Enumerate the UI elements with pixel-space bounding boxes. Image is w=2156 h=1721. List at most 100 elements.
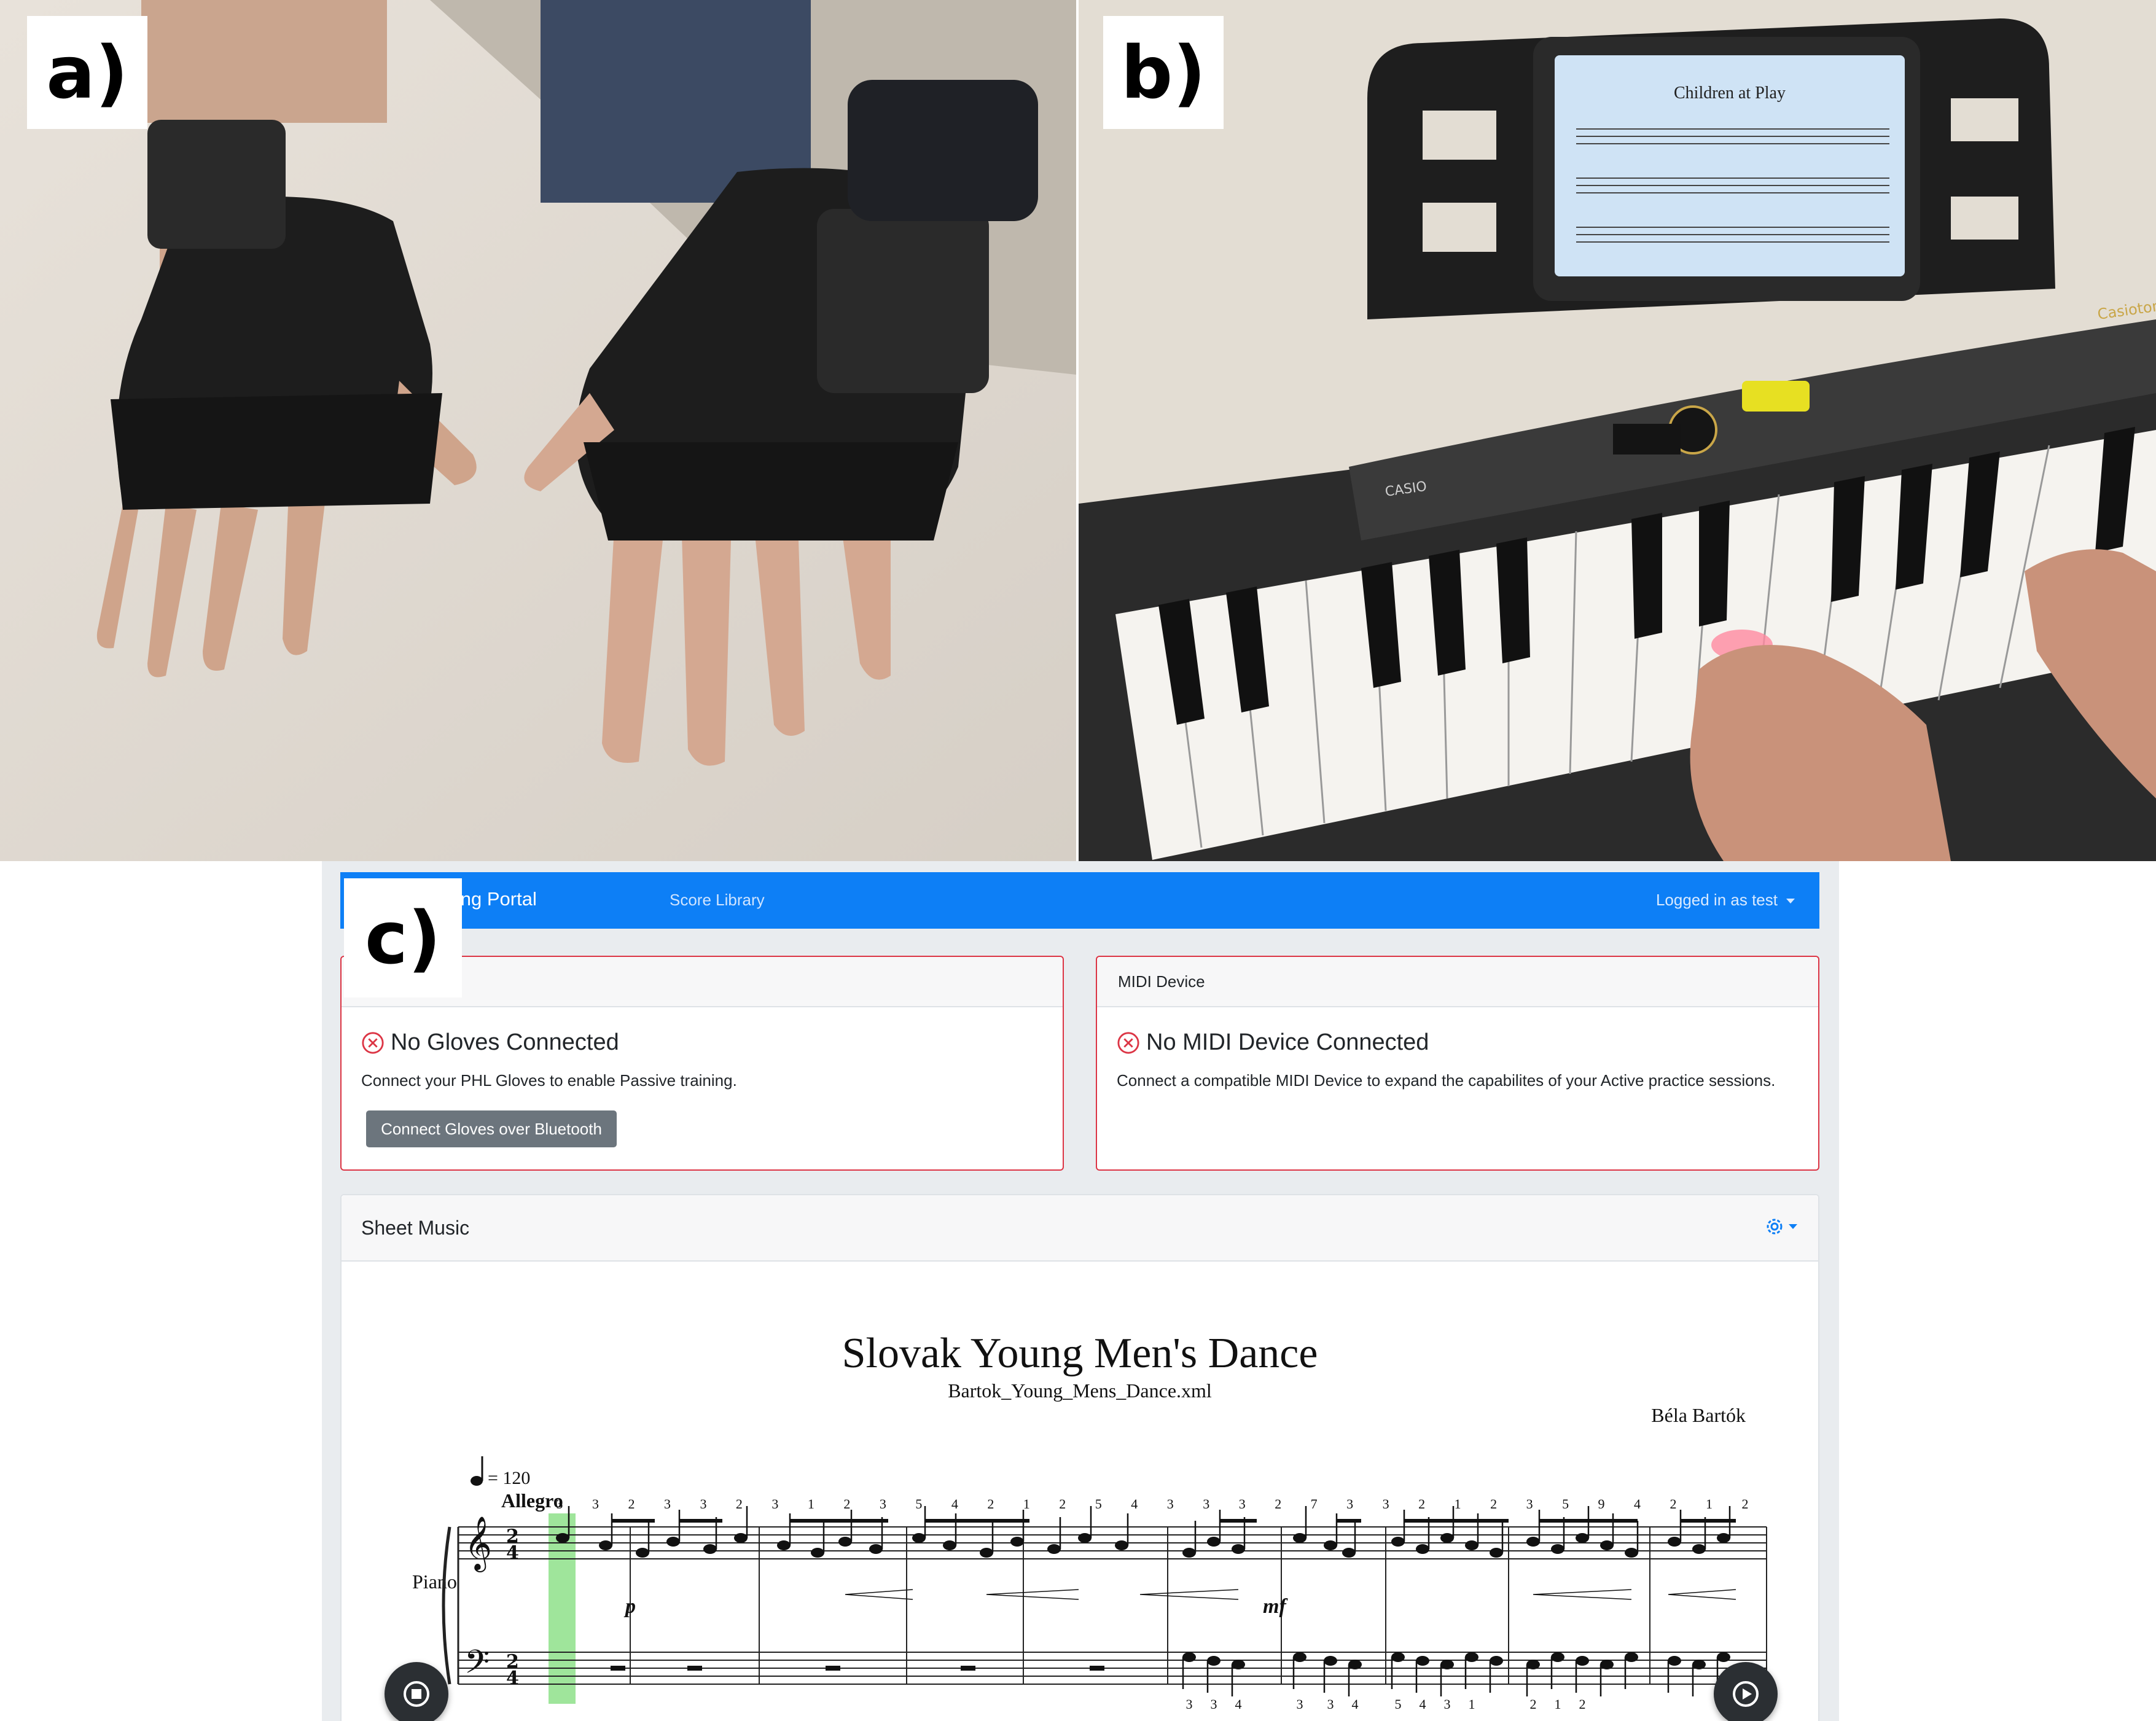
note-head [1391, 1652, 1405, 1662]
fingering-number: 5 [1095, 1496, 1102, 1512]
fingering-number: 3 [1327, 1696, 1334, 1712]
rest [611, 1666, 625, 1671]
stop-button[interactable] [385, 1662, 448, 1721]
midi-status-card: MIDI Device No MIDI Device Connected Con… [1096, 956, 1819, 1171]
bass-clef: 𝄢 [464, 1644, 490, 1689]
fingering-number: 5 [915, 1496, 922, 1512]
note-head [1440, 1533, 1454, 1543]
top-navbar: tic Learning Portal Score Library Logged… [340, 872, 1819, 929]
fingering-number: 3 [1444, 1696, 1451, 1712]
note-head [703, 1544, 717, 1554]
fingering-number: 1 [808, 1496, 814, 1512]
fingering-number: 1 [1455, 1496, 1461, 1512]
note-head [1115, 1540, 1128, 1550]
note-head [1551, 1652, 1564, 1662]
fingering-number: 1 [1706, 1496, 1713, 1512]
note-head [1692, 1544, 1706, 1554]
fingering-number: 3 [664, 1496, 671, 1512]
note-head [1717, 1533, 1730, 1543]
note-head [556, 1533, 569, 1543]
hairpin [1533, 1589, 1632, 1600]
fingering-number: 5 [1395, 1696, 1402, 1712]
note-head [1078, 1533, 1092, 1543]
note-head [1576, 1656, 1589, 1666]
haptic-learning-portal-screenshot: tic Learning Portal Score Library Logged… [322, 861, 1839, 1721]
note-head [1668, 1656, 1681, 1666]
note-head [1047, 1544, 1061, 1554]
fingering-number: 3 [1297, 1696, 1303, 1712]
time-signature-bottom: 4 [506, 1668, 519, 1689]
fingering-number: 2 [1275, 1496, 1281, 1512]
note-head [1207, 1537, 1221, 1547]
fingering-number: 2 [1059, 1496, 1066, 1512]
note-head [599, 1540, 612, 1550]
fingering-number: 2 [843, 1496, 850, 1512]
note-head [734, 1533, 748, 1543]
tempo-text: Allegro [501, 1489, 563, 1512]
fingering-number: 4 [951, 1496, 958, 1512]
play-icon [1733, 1681, 1759, 1707]
error-circle-icon [362, 1031, 384, 1054]
fingering-number: 1 [1023, 1496, 1030, 1512]
note-head [777, 1540, 791, 1550]
note-head [1391, 1537, 1405, 1547]
note-head [1526, 1537, 1540, 1547]
note-head [1625, 1652, 1638, 1662]
note-head [1576, 1533, 1589, 1543]
gloves-status-text: No Gloves Connected [391, 1029, 619, 1055]
rest [961, 1666, 975, 1671]
fingering-number: 3 [1383, 1496, 1389, 1512]
note-head [636, 1548, 649, 1558]
error-circle-icon [1117, 1031, 1139, 1054]
fingering-number: 2 [1742, 1496, 1749, 1512]
note-head [666, 1537, 680, 1547]
dynamic-marking: mf [1263, 1595, 1288, 1618]
score-notation: = 120 Allegro Piano 𝄞 𝄢 2 4 2 4 p mf 3 3 2 3 3 2 3 1 2 3 5… [412, 1456, 1767, 1712]
dynamic-marking: p [623, 1595, 636, 1618]
fingering-number: 4 [1634, 1496, 1641, 1512]
fingering-number: 3 [1203, 1496, 1209, 1512]
fingering-number: 9 [1598, 1496, 1605, 1512]
note-head [1293, 1533, 1306, 1543]
play-button[interactable] [1714, 1662, 1778, 1721]
note-head [1348, 1660, 1362, 1669]
note-head [1416, 1656, 1429, 1666]
hairpin [1139, 1589, 1239, 1600]
hairpin [845, 1589, 913, 1600]
fingering-number: 1 [1469, 1696, 1475, 1712]
fingering-number: 2 [1418, 1496, 1425, 1512]
user-menu-label: Logged in as test [1655, 891, 1778, 909]
note-head [1625, 1548, 1638, 1558]
fingering-number: 3 [557, 1496, 563, 1512]
fingering-number: 4 [1235, 1696, 1242, 1712]
fingering-number: 7 [1311, 1496, 1318, 1512]
note-head [1232, 1544, 1245, 1554]
fingering-number: 3 [1346, 1496, 1353, 1512]
rest [826, 1666, 840, 1671]
fingering-number: 3 [1167, 1496, 1174, 1512]
note-head [1293, 1652, 1306, 1662]
fingering-number: 2 [1490, 1496, 1497, 1512]
tempo-value: = 120 [488, 1468, 530, 1488]
note-head [838, 1537, 852, 1547]
midi-status-description: Connect a compatible MIDI Device to expa… [1117, 1071, 1776, 1090]
user-menu-dropdown[interactable]: Logged in as test [1656, 891, 1795, 910]
fingering-number: 4 [1420, 1696, 1426, 1712]
midi-status-text: No MIDI Device Connected [1146, 1029, 1429, 1055]
tempo-marking: = 120 [471, 1456, 530, 1488]
note-head [1668, 1537, 1681, 1547]
gloves-status-description: Connect your PHL Gloves to enable Passiv… [361, 1071, 737, 1090]
note-head [1465, 1652, 1478, 1662]
note-head [1416, 1544, 1429, 1554]
fingering-number: 3 [1526, 1496, 1533, 1512]
instrument-label: Piano [412, 1571, 457, 1593]
connect-gloves-button[interactable]: Connect Gloves over Bluetooth [366, 1110, 617, 1147]
fingering-number: 3 [1239, 1496, 1246, 1512]
panel-label-c: c) [344, 878, 462, 997]
hairpin [1668, 1589, 1736, 1600]
note-head [1692, 1660, 1706, 1669]
fingering-number: 2 [1670, 1496, 1677, 1512]
fingering-number: 2 [987, 1496, 994, 1512]
brace [442, 1526, 451, 1685]
score-library-link[interactable]: Score Library [670, 891, 765, 910]
